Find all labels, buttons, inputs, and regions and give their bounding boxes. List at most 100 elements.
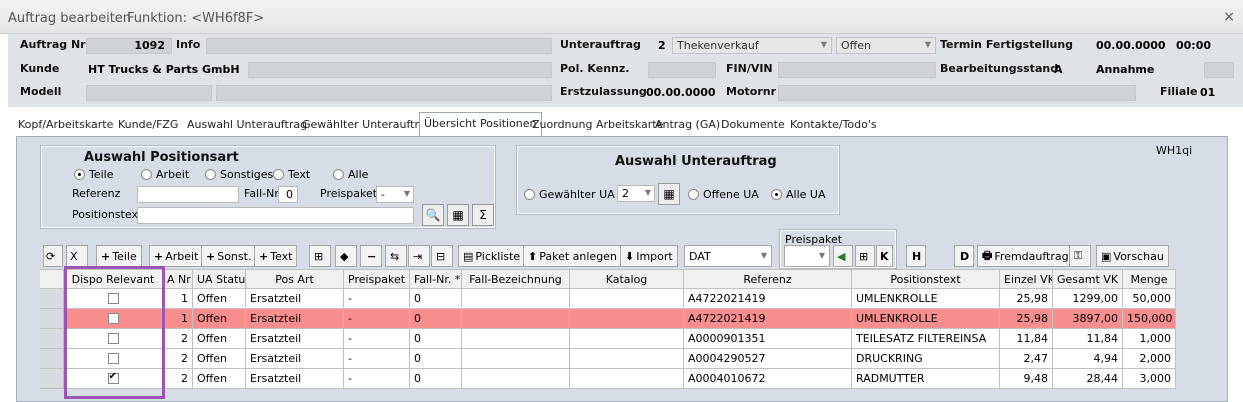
add-arbeit-button[interactable]: + Arbeit: [149, 245, 204, 267]
fall-bez-cell: [462, 289, 570, 309]
referenz-cell: A0000901351: [684, 329, 852, 349]
fremdauftrag-button[interactable]: 🖶 Fremdauftrag: [977, 245, 1074, 267]
radio-teile[interactable]: [74, 169, 85, 180]
radio-alle-ua[interactable]: [771, 189, 782, 200]
tab-kunde-fzg[interactable]: Kunde/FZG: [114, 114, 182, 136]
paket-anlegen-button[interactable]: ⬆ Paket anlegen: [523, 245, 622, 267]
modell-extra-field[interactable]: [216, 85, 552, 101]
col-katalog[interactable]: Katalog: [570, 269, 684, 289]
radio-gewaehlter-ua[interactable]: [524, 189, 535, 200]
radio-text[interactable]: [273, 169, 284, 180]
close-icon[interactable]: ×: [1223, 9, 1235, 25]
tab-auswahl-unterauftrag[interactable]: Auswahl Unterauftrag: [183, 114, 311, 136]
vorschau-button[interactable]: ▣ Vorschau: [1096, 245, 1169, 267]
tab-gewaehlter-unterauftrag[interactable]: Gewählter Unterauftrag: [298, 114, 437, 136]
col-referenz[interactable]: Referenz: [684, 269, 852, 289]
pol-kennz-field[interactable]: [648, 62, 716, 78]
referenz-input[interactable]: [137, 186, 239, 203]
bearbeitungsstand-value: A: [1054, 63, 1063, 76]
col-preispaket[interactable]: Preispaket *: [344, 269, 410, 289]
order-header: Auftrag Nr 1092 Info Unterauftrag 2 Thek…: [8, 34, 1243, 107]
fin-field[interactable]: [778, 62, 936, 78]
auftrag-nr-field[interactable]: 1092: [86, 38, 172, 54]
split-icon[interactable]: ⊟: [431, 245, 453, 267]
tab-antrag[interactable]: Antrag (GA): [651, 114, 724, 136]
fall-nr-input[interactable]: 0: [278, 186, 298, 203]
dispo-column-highlight-box: [64, 266, 165, 399]
ua-dropdown[interactable]: 2 ▼: [617, 185, 655, 202]
col-gesamt-vk[interactable]: Gesamt VK: [1053, 269, 1123, 289]
import-format-dropdown[interactable]: DAT ▼: [684, 245, 772, 267]
grid-icon[interactable]: ⊞: [309, 245, 331, 267]
add-text-button[interactable]: + Text: [254, 245, 298, 267]
key-icon[interactable]: ⚿: [1069, 245, 1091, 267]
sum-icon[interactable]: Σ: [472, 204, 494, 226]
calendar-icon[interactable]: ▦: [447, 204, 469, 226]
radio-offene-ua[interactable]: [688, 189, 699, 200]
col-einzel-vk[interactable]: Einzel VK: [1000, 269, 1053, 289]
motornr-field[interactable]: [778, 85, 1136, 101]
tab-dokumente[interactable]: Dokumente: [717, 114, 789, 136]
referenz-cell: A4722021419: [684, 289, 852, 309]
row-selector[interactable]: [40, 289, 64, 309]
col-fall-bezeichnung[interactable]: Fall-Bezeichnung: [462, 269, 570, 289]
radio-alle[interactable]: [333, 169, 344, 180]
preispaket-cell: -: [344, 369, 410, 389]
positionstext-cell: UMLENKROLLE: [852, 309, 1000, 329]
grid-icon[interactable]: ⊞: [855, 245, 875, 267]
h-button[interactable]: H: [906, 245, 926, 267]
calendar-icon[interactable]: ▦: [658, 183, 680, 205]
preispaket-label: Preispaket: [320, 187, 378, 200]
positionstext-input[interactable]: [137, 207, 414, 224]
modell-field[interactable]: [86, 85, 212, 101]
table-row[interactable]: 1 Offen Ersatzteil -0 A4722021419 UMLENKROLLE…: [40, 289, 1176, 309]
row-selector[interactable]: [40, 369, 64, 389]
preispaket-dropdown[interactable]: - ▼: [376, 186, 414, 203]
row-selector[interactable]: [40, 349, 64, 369]
positionsart-group: Auswahl Positionsart Teile Arbeit Sonsti…: [40, 145, 496, 229]
minus-icon[interactable]: −: [360, 245, 382, 267]
table-row[interactable]: 2 Offen Ersatzteil -0 A0004290527 DRUCKRING 2,…: [40, 349, 1176, 369]
table-row[interactable]: 2 Offen Ersatzteil -0 A0000901351 TEILESATZ F…: [40, 329, 1176, 349]
col-pos-art[interactable]: Pos Art: [246, 269, 344, 289]
col-ua-status[interactable]: UA Status: [193, 269, 246, 289]
pickliste-button[interactable]: ▤ Pickliste: [458, 245, 526, 267]
einzel-vk-cell: 25,98: [1000, 309, 1053, 329]
table-row[interactable]: 2OffenErsatzteil-0 A0004010672RADMUTTER9,…: [40, 369, 1176, 389]
arrow-left-icon[interactable]: ◀: [833, 245, 853, 267]
tab-kontakte[interactable]: Kontakte/Todo's: [786, 114, 881, 136]
col-ua-nr[interactable]: A Nr: [163, 269, 193, 289]
unterauftrag-status-dropdown[interactable]: Offen ▼: [836, 37, 936, 54]
annahme-field[interactable]: [1204, 62, 1234, 78]
col-fall-nr[interactable]: Fall-Nr. *: [410, 269, 462, 289]
excel-icon[interactable]: X: [66, 245, 88, 267]
radio-arbeit[interactable]: [141, 169, 152, 180]
positionstext-cell: UMLENKROLLE: [852, 289, 1000, 309]
tab-uebersicht-positionen[interactable]: Übersicht Positionen: [419, 112, 542, 136]
add-teile-button[interactable]: + Teile: [96, 245, 142, 267]
sort-icon[interactable]: ◆: [335, 245, 357, 267]
search-clear-icon[interactable]: 🔍: [422, 204, 444, 226]
row-selector[interactable]: [40, 329, 64, 349]
col-positionstext[interactable]: Positionstext: [852, 269, 1000, 289]
d-button[interactable]: D: [954, 245, 974, 267]
tab-zuordnung-arbeitskarte[interactable]: Zuordnung Arbeitskarte: [528, 114, 667, 136]
insert-icon[interactable]: ⇥: [408, 245, 430, 267]
ua-nr-cell: 2: [163, 369, 193, 389]
import-button[interactable]: ⬇ Import: [620, 245, 678, 267]
row-selector[interactable]: [40, 309, 64, 329]
k-button[interactable]: K: [876, 245, 893, 267]
col-menge[interactable]: Menge: [1123, 269, 1176, 289]
add-sonst-button[interactable]: + Sonst.: [201, 245, 257, 267]
radio-sonstiges[interactable]: [205, 169, 216, 180]
move-icon[interactable]: ⇆: [385, 245, 407, 267]
katalog-cell: [570, 309, 684, 329]
radio-arbeit-label: Arbeit: [156, 168, 190, 181]
preispaket-toolbar-dropdown[interactable]: ▼: [784, 245, 830, 267]
tab-kopf[interactable]: Kopf/Arbeitskarte: [14, 114, 117, 136]
unterauftrag-type-dropdown[interactable]: Thekenverkauf ▼: [672, 37, 832, 54]
table-row[interactable]: 1 Offen Ersatzteil -0 A4722021419 UMLENKROLLE…: [40, 309, 1176, 329]
refresh-icon[interactable]: ⟳: [43, 245, 63, 267]
info-field[interactable]: [206, 38, 552, 54]
kunde-extra-field[interactable]: [248, 62, 552, 78]
